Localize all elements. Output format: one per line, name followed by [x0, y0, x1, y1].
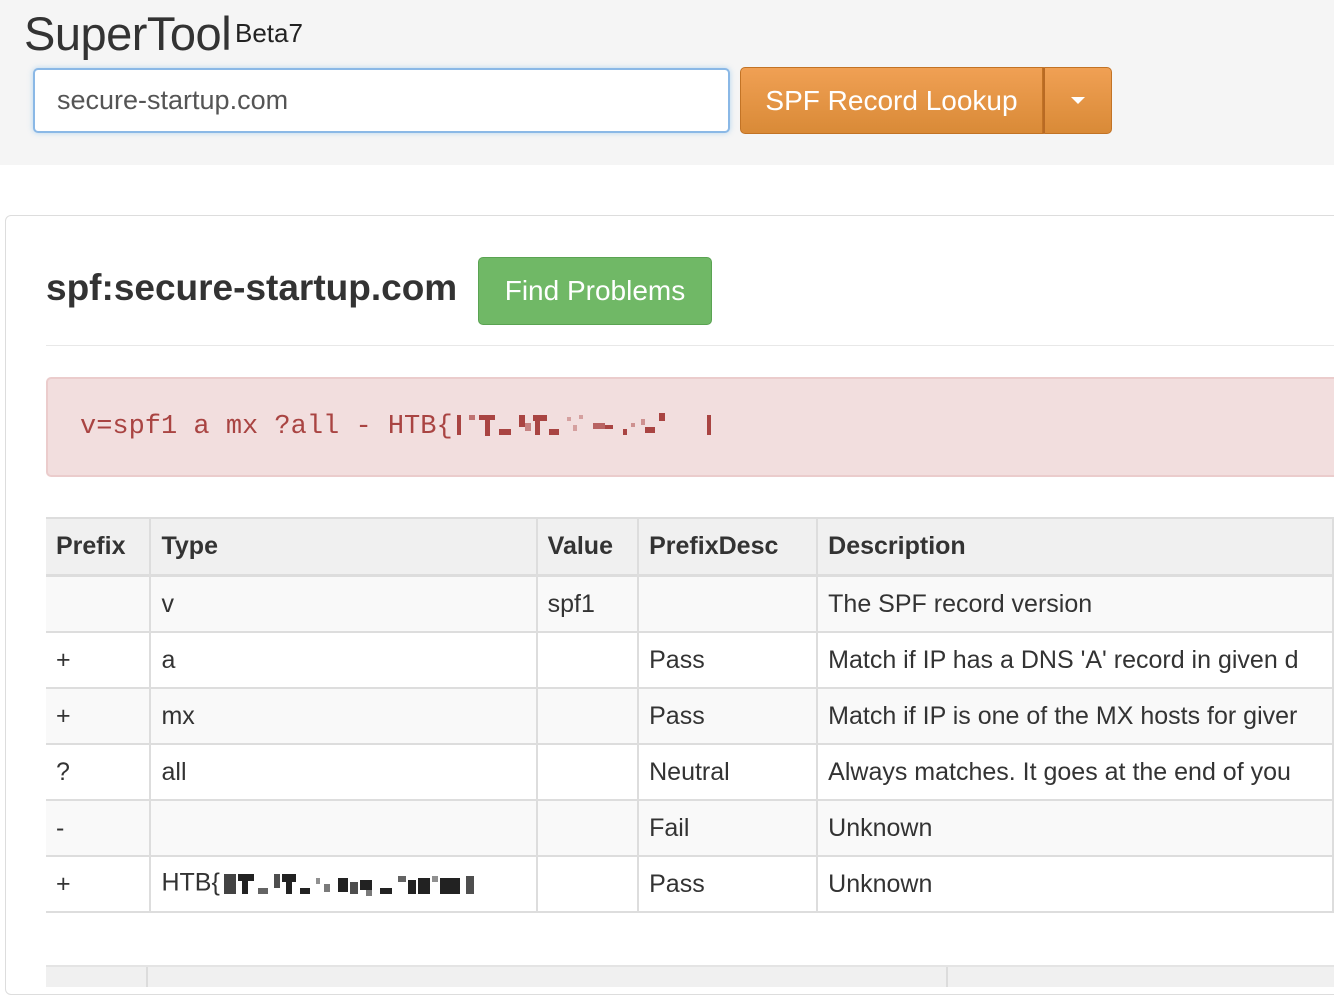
column-separator: [946, 967, 948, 987]
beta-badge: Beta7: [235, 18, 303, 48]
table-header-row: Prefix Type Value PrefixDesc Description: [46, 517, 1334, 577]
cell-value: [535, 855, 640, 913]
cell-description: Always matches. It goes at the end of yo…: [816, 743, 1334, 801]
find-problems-button[interactable]: Find Problems: [478, 257, 712, 325]
cell-description: Match if IP has a DNS 'A' record in give…: [816, 631, 1334, 689]
cell-prefix: +: [46, 855, 152, 913]
cell-value: [535, 743, 640, 801]
next-table-header: [46, 965, 1334, 987]
cell-prefixdesc: [637, 574, 819, 633]
table-row: + mx Pass Match if IP is one of the MX h…: [46, 687, 1334, 745]
cell-prefix: +: [46, 687, 152, 745]
cell-value: [535, 631, 640, 689]
cell-prefixdesc: Neutral: [637, 743, 819, 801]
spf-record-alert: v=spf1 a mx ?all - HTB{: [46, 377, 1334, 477]
table-row: ? all Neutral Always matches. It goes at…: [46, 743, 1334, 801]
cell-type: all: [149, 743, 538, 801]
cell-type-text: HTB{: [161, 868, 220, 897]
spf-record-table: Prefix Type Value PrefixDesc Description…: [46, 517, 1334, 913]
table-row: - Fail Unknown: [46, 799, 1334, 857]
column-header-prefix[interactable]: Prefix: [46, 517, 152, 577]
cell-prefix: [46, 574, 152, 633]
cell-value: [535, 799, 640, 857]
lookup-button-group: SPF Record Lookup: [740, 67, 1112, 134]
redacted-flag-image: [219, 864, 482, 904]
cell-type: [149, 799, 538, 857]
cell-type: a: [149, 631, 538, 689]
table-row: + a Pass Match if IP has a DNS 'A' recor…: [46, 631, 1334, 689]
cell-prefixdesc: Pass: [637, 687, 819, 745]
cell-value: [535, 687, 640, 745]
lookup-dropdown-toggle[interactable]: [1043, 67, 1112, 134]
cell-description: Unknown: [816, 855, 1334, 913]
table-row: v spf1 The SPF record version: [46, 574, 1334, 633]
cell-type: HTB{: [149, 855, 538, 913]
column-header-description[interactable]: Description: [816, 517, 1334, 577]
cell-description: Match if IP is one of the MX hosts for g…: [816, 687, 1334, 745]
divider: [46, 345, 1334, 346]
cell-prefix: +: [46, 631, 152, 689]
page-title: spf:secure-startup.com: [46, 267, 458, 308]
cell-prefixdesc: Pass: [637, 631, 819, 689]
top-bar: SuperTool Beta7 SPF Record Lookup: [0, 0, 1334, 165]
spf-record-lookup-button[interactable]: SPF Record Lookup: [740, 67, 1043, 134]
app-brand[interactable]: SuperTool: [24, 8, 232, 60]
cell-prefix: -: [46, 799, 152, 857]
cell-type: mx: [149, 687, 538, 745]
redacted-flag-image: [456, 413, 711, 436]
column-header-value[interactable]: Value: [535, 517, 640, 577]
cell-prefixdesc: Fail: [637, 799, 819, 857]
column-header-type[interactable]: Type: [149, 517, 538, 577]
column-header-prefixdesc[interactable]: PrefixDesc: [637, 517, 819, 577]
column-separator: [146, 967, 148, 987]
cell-description: The SPF record version: [816, 574, 1334, 633]
domain-search-input[interactable]: [33, 68, 730, 133]
chevron-down-icon: [1071, 97, 1085, 104]
table-row: + HTB{Pass Unknown: [46, 855, 1334, 913]
cell-type: v: [149, 574, 538, 633]
cell-description: Unknown: [816, 799, 1334, 857]
cell-prefixdesc: Pass: [637, 855, 819, 913]
cell-prefix: ?: [46, 743, 152, 801]
cell-value: spf1: [535, 574, 640, 633]
spf-record-text: v=spf1 a mx ?all - HTB{: [80, 411, 745, 442]
spf-record-value: v=spf1 a mx ?all - HTB{: [80, 412, 453, 443]
